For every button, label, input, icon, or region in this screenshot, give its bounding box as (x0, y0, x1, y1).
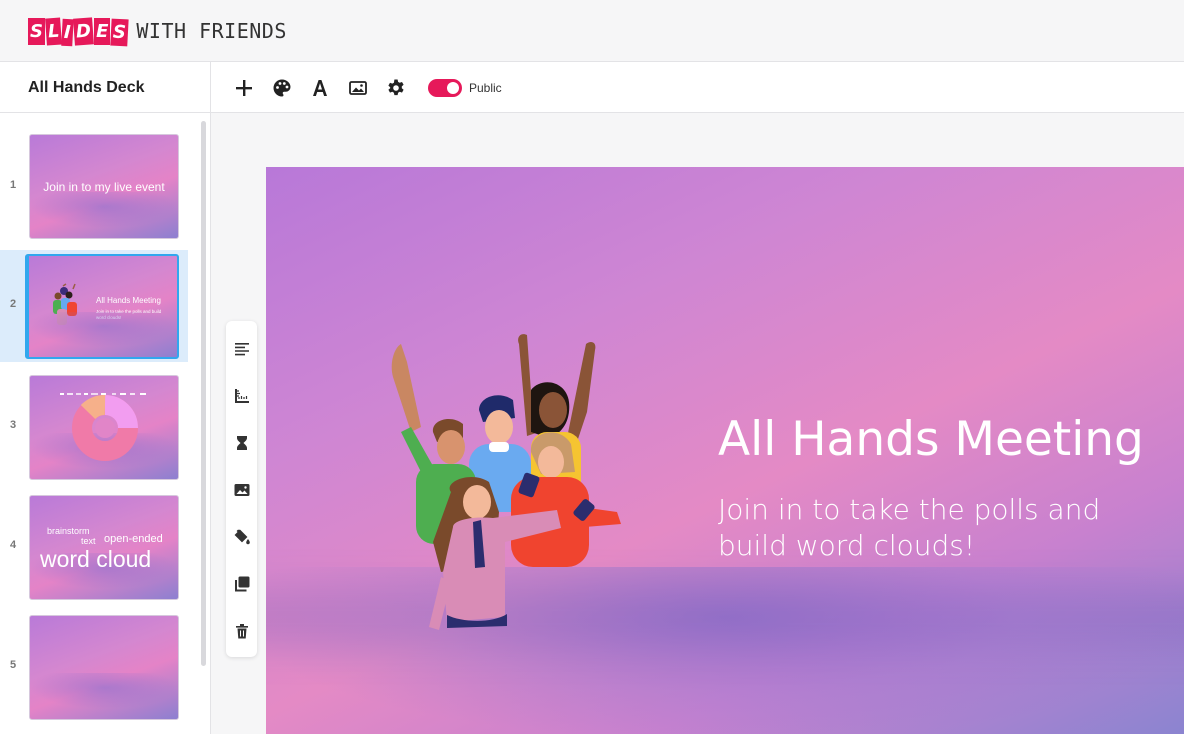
public-toggle-group: Public (428, 78, 502, 97)
image-icon (349, 80, 367, 95)
slide-thumbnail[interactable]: brainstorm text open-ended word cloud (29, 495, 179, 600)
measure-button[interactable] (231, 385, 253, 407)
slide-thumbnail[interactable]: Join in to my live event (29, 134, 179, 239)
text-icon (313, 79, 327, 96)
deck-title[interactable]: All Hands Deck (0, 62, 211, 113)
slide-list-item[interactable]: 5 (0, 609, 188, 721)
slide-number: 2 (9, 298, 17, 310)
settings-button[interactable] (384, 76, 408, 100)
slide-number: 1 (9, 179, 17, 191)
slide-title[interactable]: All Hands Meeting (718, 412, 1144, 467)
palette-icon (273, 79, 291, 96)
slide-canvas[interactable]: All Hands Meeting Join in to take the po… (266, 167, 1184, 734)
logo-letter: E (94, 17, 111, 45)
logo-letter: I (61, 18, 74, 46)
people-celebrating-illustration (391, 334, 621, 630)
slide-thumbnail[interactable] (29, 375, 179, 480)
word-cloud-word: text (81, 536, 96, 546)
logo-wordmark: WITH FRIENDS (136, 19, 287, 43)
trash-icon (236, 624, 248, 639)
insert-image-button[interactable] (231, 479, 253, 501)
ruler-icon (235, 389, 249, 403)
slide-tools-panel (226, 321, 257, 657)
logo-letter: S (110, 18, 130, 46)
editor-toolbar: Public (232, 62, 502, 113)
slide-list-item[interactable]: 3 (0, 369, 188, 481)
public-label: Public (469, 80, 502, 95)
settings-icon (388, 79, 404, 95)
app-logo[interactable]: S L I D E S WITH FRIENDS (28, 16, 287, 46)
slide-thumbnail[interactable]: All Hands Meeting Join in to take the po… (25, 254, 179, 359)
sidebar-scrollbar[interactable] (201, 121, 206, 666)
logo-letter: D (73, 16, 95, 46)
hourglass-icon (237, 436, 247, 450)
add-slide-button[interactable] (232, 76, 256, 100)
duplicate-icon (235, 576, 250, 592)
slide-list-item[interactable]: 2 All Hands Meeting Join in to take the … (0, 250, 188, 362)
align-left-icon (235, 343, 249, 356)
slide-list-item[interactable]: 1 Join in to my live event (0, 129, 188, 241)
theme-button[interactable] (270, 76, 294, 100)
logo-letter: S (28, 17, 45, 45)
people-illustration-thumb (53, 283, 77, 325)
text-style-button[interactable] (308, 76, 332, 100)
logo-letter: L (45, 16, 63, 46)
slide-thumbnail[interactable] (29, 615, 179, 720)
word-cloud-word: word cloud (40, 546, 152, 572)
editor-topbar: All Hands Deck Public (0, 62, 1184, 113)
logo-tiles: S L I D E S (28, 16, 130, 46)
thumbnail-text: Join in to my live event (43, 180, 165, 194)
timer-button[interactable] (231, 432, 253, 454)
slide-number: 5 (9, 659, 17, 671)
slide-number: 3 (9, 419, 17, 431)
background-image-button[interactable] (346, 76, 370, 100)
brand-bar: S L I D E S WITH FRIENDS (0, 0, 1184, 62)
image-icon (234, 484, 250, 496)
public-toggle[interactable] (428, 78, 462, 97)
duplicate-slide-button[interactable] (231, 573, 253, 595)
layout-button[interactable] (231, 338, 253, 360)
fill-button[interactable] (231, 526, 253, 548)
toggle-knob (447, 81, 459, 94)
add-icon (236, 79, 252, 96)
thumbnail-subtitle: Join in to take the polls and build word… (96, 309, 162, 320)
donut-chart-thumb (72, 395, 138, 461)
word-cloud-word: open-ended (104, 533, 163, 545)
slide-number: 4 (9, 539, 17, 551)
paint-bucket-icon (234, 529, 250, 545)
slide-subtitle[interactable]: Join in to take the polls and build word… (718, 492, 1138, 564)
delete-slide-button[interactable] (231, 620, 253, 642)
thumbnail-title: All Hands Meeting (96, 296, 161, 305)
word-cloud-word: brainstorm (47, 526, 90, 536)
slide-list-item[interactable]: 4 brainstorm text open-ended word cloud (0, 489, 188, 601)
slide-list-sidebar: 1 Join in to my live event 2 All Hands M… (0, 113, 211, 734)
